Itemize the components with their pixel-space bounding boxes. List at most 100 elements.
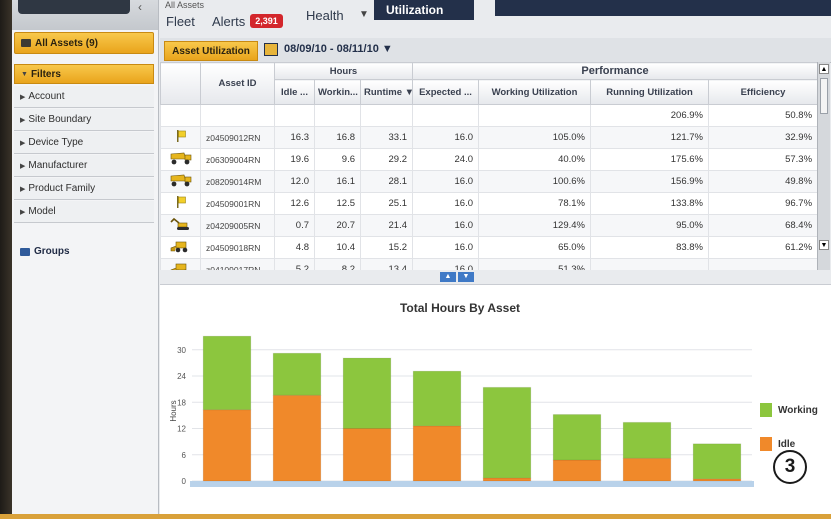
cell-running-util: 175.6% bbox=[590, 148, 709, 171]
photo-edge bbox=[0, 0, 12, 519]
cell-working-util: 129.4% bbox=[478, 214, 591, 237]
table-row[interactable]: z04509001RN 12.6 12.5 25.1 16.0 78.1% 133.8% 96… bbox=[160, 192, 817, 215]
cell-running-util: 206.9% bbox=[590, 104, 709, 127]
bar-idle bbox=[342, 428, 392, 482]
tab-health-label: Health bbox=[306, 7, 344, 23]
scroll-down-icon[interactable]: ▼ bbox=[819, 240, 829, 250]
filter-item-manufacturer[interactable]: ▶ Manufacturer bbox=[14, 155, 154, 177]
scroll-thumb[interactable] bbox=[820, 78, 828, 114]
loader-cell bbox=[160, 236, 201, 259]
cell-expected: 16.0 bbox=[412, 258, 479, 270]
filter-item-account[interactable]: ▶ Account bbox=[14, 86, 154, 108]
column-header-asset-id[interactable]: Asset ID bbox=[200, 62, 275, 105]
bar-idle bbox=[272, 394, 322, 482]
icon-column-header bbox=[160, 62, 201, 105]
cell-efficiency: 32.9% bbox=[707, 126, 817, 149]
asset-utilization-button[interactable]: Asset Utilization bbox=[164, 41, 258, 61]
tab-alerts[interactable]: Alerts 2,391 bbox=[206, 10, 289, 32]
cell-expected: 16.0 bbox=[412, 170, 479, 193]
flag-cell bbox=[160, 126, 201, 149]
bar-working bbox=[342, 357, 392, 429]
dump-truck-icon bbox=[169, 173, 193, 190]
collapse-left-icon[interactable]: ‹ bbox=[138, 0, 142, 14]
filter-item-label: Model bbox=[28, 206, 56, 217]
chevron-down-icon: ▼ bbox=[381, 43, 393, 55]
column-header-runtime[interactable]: Runtime ▼ bbox=[360, 79, 413, 105]
cell-asset-id: z04509018RN bbox=[200, 236, 275, 259]
filter-item-device-type[interactable]: ▶ Device Type bbox=[14, 132, 154, 154]
filters-header[interactable]: ▼ Filters bbox=[14, 64, 154, 84]
table-row[interactable]: z04209005RN 0.7 20.7 21.4 16.0 129.4% 95.0% 68.… bbox=[160, 214, 817, 237]
folder-icon bbox=[21, 39, 31, 47]
y-tick-label: 12 bbox=[177, 425, 186, 434]
cell-working-util: 65.0% bbox=[478, 236, 591, 259]
scroll-up-icon[interactable]: ▲ bbox=[819, 64, 829, 74]
chevron-right-icon: ▶ bbox=[20, 185, 26, 193]
column-header-running-utilization[interactable]: Running Utilization bbox=[590, 79, 709, 105]
tab-utilization[interactable]: Utilization bbox=[374, 0, 474, 20]
health-dropdown-icon[interactable]: ▼ bbox=[355, 4, 373, 24]
cell-working-util: 105.0% bbox=[478, 126, 591, 149]
dump-truck-icon bbox=[169, 151, 193, 168]
y-tick-label: 6 bbox=[182, 451, 187, 460]
loader-icon bbox=[169, 261, 193, 270]
column-header-idle[interactable]: Idle ... bbox=[274, 79, 315, 105]
table-row[interactable]: z08209014RM 12.0 16.1 28.1 16.0 100.6% 156.9% 4… bbox=[160, 170, 817, 193]
bar-working bbox=[482, 386, 532, 479]
bar-working bbox=[202, 335, 252, 411]
column-header-efficiency[interactable]: Efficiency bbox=[707, 79, 817, 105]
tab-health[interactable]: Health bbox=[300, 4, 350, 26]
column-header-working-utilization[interactable]: Working Utilization bbox=[478, 79, 591, 105]
sidebar: ‹ All Assets (9) ▼ Filters ▶ Account ▶ S… bbox=[12, 0, 159, 514]
calendar-icon[interactable] bbox=[264, 43, 278, 56]
bar-idle bbox=[622, 457, 672, 482]
filter-item-label: Device Type bbox=[28, 137, 84, 148]
filter-item-site-boundary[interactable]: ▶ Site Boundary bbox=[14, 109, 154, 131]
column-header-working[interactable]: Workin... bbox=[314, 79, 361, 105]
date-range-selector[interactable]: 08/09/10 - 08/11/10 ▼ bbox=[284, 43, 393, 55]
table-scrollbar[interactable]: ▲ ▼ bbox=[817, 62, 830, 270]
filter-item-model[interactable]: ▶ Model bbox=[14, 201, 154, 223]
page-up-icon[interactable]: ▲ bbox=[440, 272, 456, 282]
legend-label-working: Working bbox=[778, 405, 818, 416]
cell-idle: 19.6 bbox=[274, 148, 315, 171]
cell-working: 16.1 bbox=[314, 170, 361, 193]
bar-idle bbox=[412, 425, 462, 482]
cell-expected bbox=[412, 104, 479, 127]
cell-asset-id: z08209014RM bbox=[200, 170, 275, 193]
bar-working bbox=[692, 443, 742, 480]
all-assets-button[interactable]: All Assets (9) bbox=[14, 32, 154, 54]
cell-efficiency: 68.4% bbox=[707, 214, 817, 237]
cell-idle: 12.0 bbox=[274, 170, 315, 193]
filter-item-product-family[interactable]: ▶ Product Family bbox=[14, 178, 154, 200]
cell-efficiency: 61.2% bbox=[707, 236, 817, 259]
cell-working-util bbox=[478, 104, 591, 127]
table-row[interactable]: z04509018RN 4.8 10.4 15.2 16.0 65.0% 83.8% 61.2… bbox=[160, 236, 817, 259]
cell-asset-id: z04209005RN bbox=[200, 214, 275, 237]
dump-truck-cell bbox=[160, 148, 201, 171]
bar-idle bbox=[552, 459, 602, 482]
groups-label: Groups bbox=[34, 246, 70, 257]
runtime-label: Runtime bbox=[364, 86, 402, 98]
cell-runtime: 33.1 bbox=[360, 126, 413, 149]
table-row[interactable]: z04509012RN 16.3 16.8 33.1 16.0 105.0% 121.7% 3… bbox=[160, 126, 817, 149]
sidebar-top: ‹ bbox=[12, 0, 158, 30]
total-hours-chart: Total Hours By AssetHours0612182430Worki… bbox=[169, 301, 818, 487]
flag-icon bbox=[174, 129, 188, 146]
cell-running-util: 133.8% bbox=[590, 192, 709, 215]
chart-title: Total Hours By Asset bbox=[400, 301, 520, 315]
cell-idle: 4.8 bbox=[274, 236, 315, 259]
table-row[interactable]: 206.9% 50.8% bbox=[160, 104, 817, 127]
filter-item-label: Manufacturer bbox=[28, 160, 88, 171]
table-row[interactable]: z06309004RN 19.6 9.6 29.2 24.0 40.0% 175.6% 57.… bbox=[160, 148, 817, 171]
cell-runtime: 28.1 bbox=[360, 170, 413, 193]
column-header-expected[interactable]: Expected ... bbox=[412, 79, 479, 105]
cell-working: 8.2 bbox=[314, 258, 361, 270]
tab-fleet-label: Fleet bbox=[166, 13, 195, 29]
filters-label: Filters bbox=[30, 68, 61, 80]
tab-fleet[interactable]: Fleet bbox=[160, 10, 201, 32]
page-down-icon[interactable]: ▼ bbox=[458, 272, 474, 282]
groups-button[interactable]: Groups bbox=[20, 246, 70, 257]
table-row[interactable]: z04109017RN 5.2 8.2 13.4 16.0 51.3% bbox=[160, 258, 817, 270]
cell-working bbox=[314, 104, 361, 127]
